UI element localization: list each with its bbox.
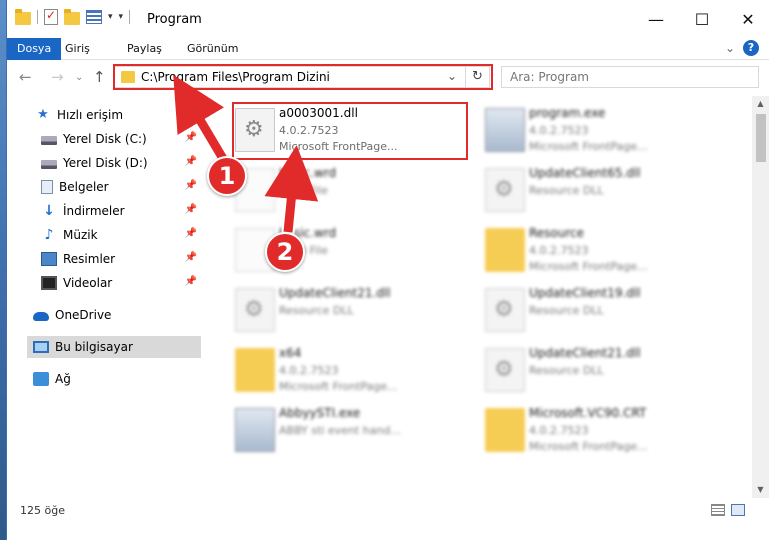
annotation-arrows	[173, 74, 319, 239]
arrow-1	[173, 74, 229, 165]
step-1-badge: 1	[207, 156, 247, 196]
explorer-window: ▾ ▾ Program — ☐ ✕ Dosya Giriş Paylaş Gör…	[6, 0, 769, 540]
step-2-badge: 2	[265, 232, 305, 272]
arrow-2	[264, 145, 319, 233]
